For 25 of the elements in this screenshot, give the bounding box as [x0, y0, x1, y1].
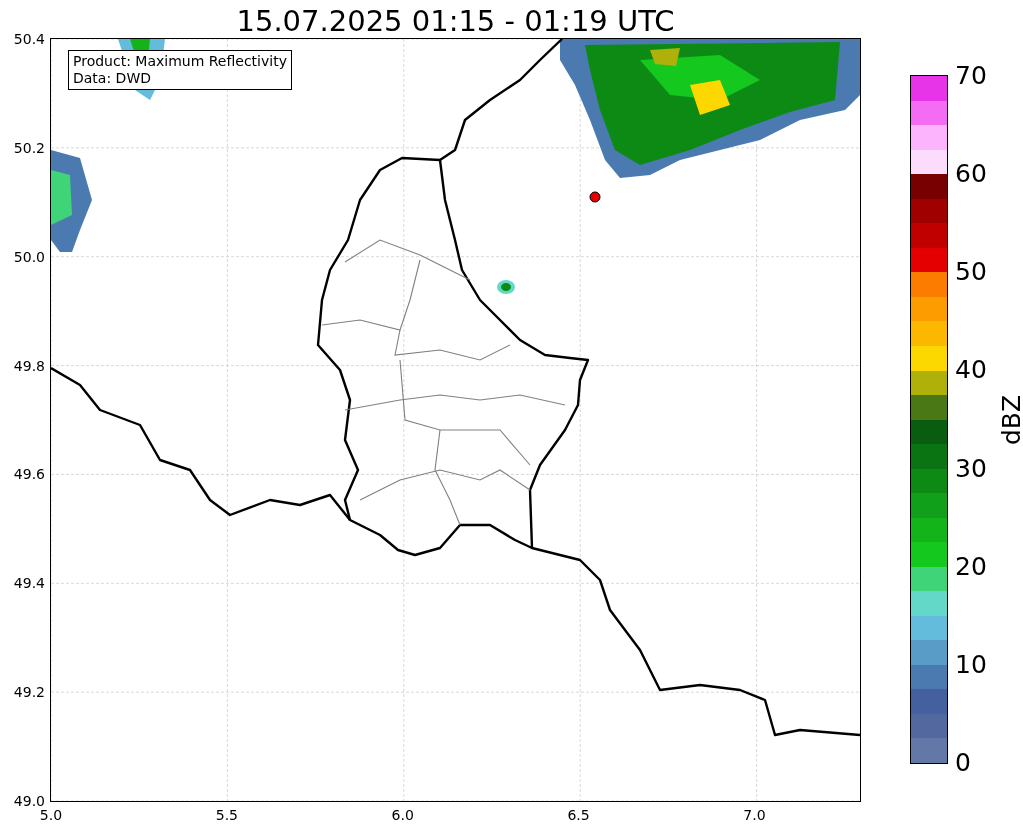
colorbar-tick-label: 50	[955, 258, 987, 287]
axis-tick-label: 49.8	[13, 357, 45, 374]
colorbar-tick-label: 10	[955, 650, 987, 679]
axis-tick-label: 50.4	[13, 31, 45, 47]
colorbar-tick-label: 30	[955, 454, 987, 483]
axis-tick-label: 49.0	[13, 793, 45, 809]
colorbar-tick-label: 20	[955, 552, 987, 581]
axis-tick-label: 5.0	[39, 807, 63, 823]
info-text: Product: Maximum Reflectivity	[73, 53, 287, 70]
axis-tick-label: 49.4	[13, 575, 45, 592]
colorbar-tick-label: 0	[955, 749, 971, 777]
axis-tick-label: 5.5	[215, 807, 238, 823]
chart-title: 15.07.2025 01:15 - 01:19 UTC	[235, 3, 676, 39]
axis-tick-label: 50.2	[13, 139, 45, 156]
axis-tick-label: 6.5	[567, 807, 590, 823]
info-text: Data: DWD	[73, 70, 152, 87]
colorbar-tick-label: 60	[955, 160, 987, 189]
axis-tick-label: 6.0	[391, 807, 414, 823]
colorbar-tick-label: 40	[955, 356, 987, 385]
axis-tick-label: 49.2	[13, 684, 45, 701]
axis-tick-label: 50.0	[13, 248, 45, 265]
colorbar-tick-label: 70	[955, 62, 987, 90]
colorbar-label: dBZ	[998, 394, 1023, 445]
axis-tick-label: 49.6	[13, 466, 45, 483]
axis-tick-label: 7.0	[743, 807, 766, 823]
